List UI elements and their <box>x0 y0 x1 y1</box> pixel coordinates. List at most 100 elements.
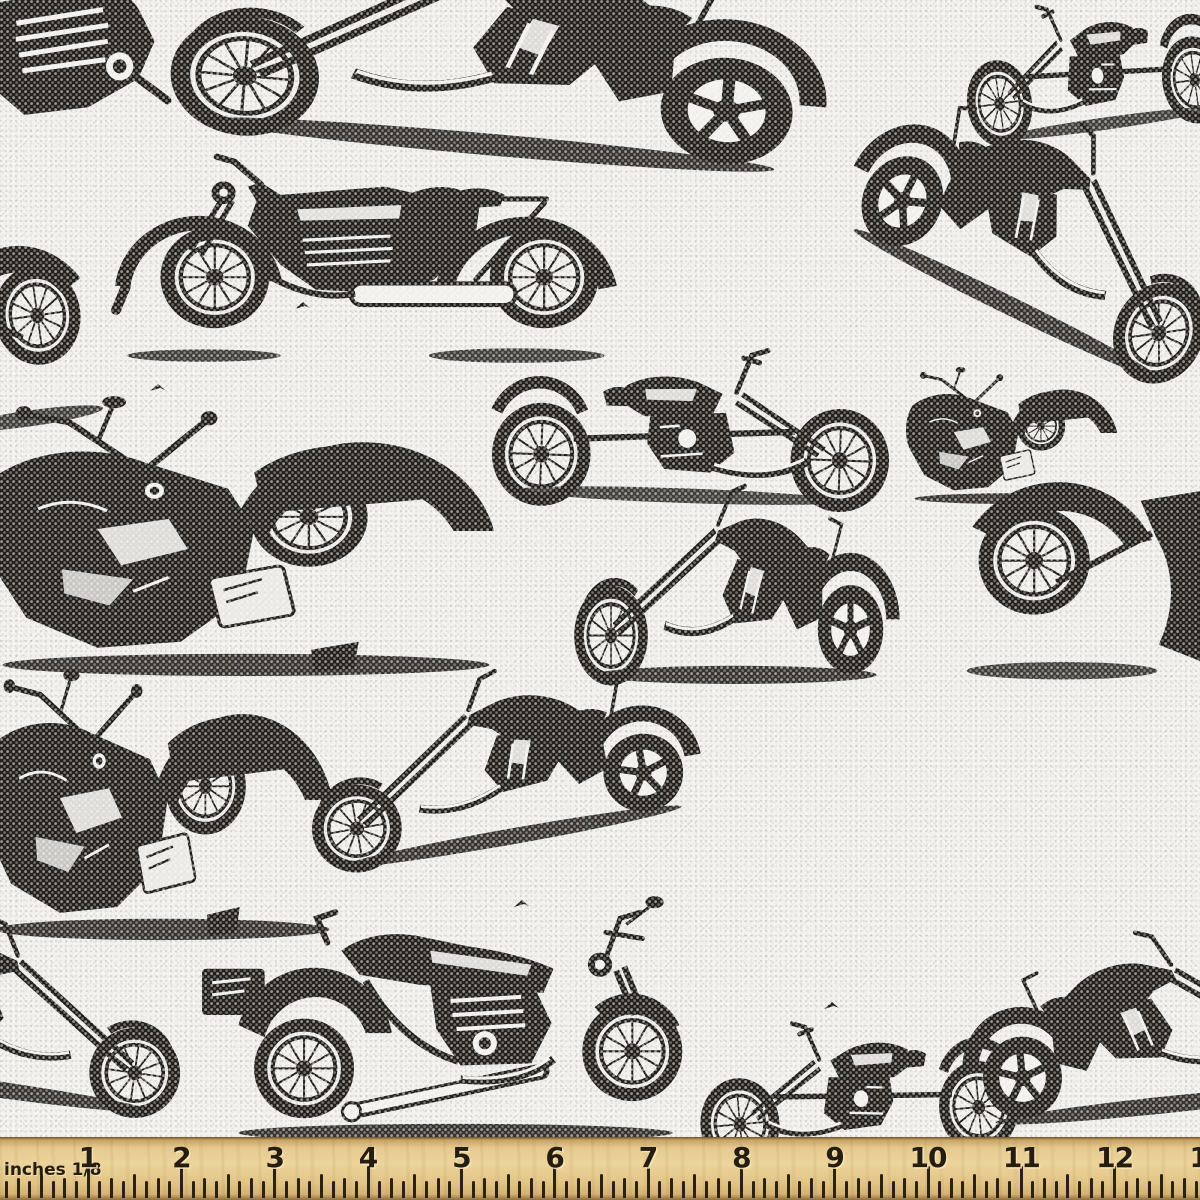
motorcycle-pattern-print <box>0 0 1200 1200</box>
ruler-tick <box>1066 1174 1069 1198</box>
ruler-tick <box>565 1181 568 1198</box>
ruler-tick <box>250 1178 253 1198</box>
motorcycle-cruiser-middle-left <box>0 396 494 676</box>
ruler-tick <box>390 1178 393 1198</box>
ruler-tick <box>157 1178 160 1198</box>
ruler-tick <box>961 1181 964 1198</box>
ruler-tick <box>28 1181 31 1198</box>
ruler-tick <box>355 1181 358 1198</box>
ruler-tick <box>215 1181 218 1198</box>
ruler-tick <box>133 1174 136 1198</box>
ruler-number-5: 5 <box>452 1141 470 1174</box>
motorcycle-cruiser-small-middle-right <box>906 367 1117 504</box>
ruler-number-2: 2 <box>172 1141 190 1174</box>
ruler-number-1: 1 <box>79 1141 97 1174</box>
ruler-tick <box>507 1174 510 1198</box>
ruler-tick <box>1195 1181 1198 1198</box>
ruler-tick <box>880 1174 883 1198</box>
ruler-tick <box>518 1181 521 1198</box>
ruler-tick <box>763 1178 766 1198</box>
ruler-number-3: 3 <box>265 1141 283 1174</box>
ruler-tick <box>588 1181 591 1198</box>
ruler-tick <box>857 1178 860 1198</box>
ruler-tick <box>495 1181 498 1198</box>
ruler-tick <box>203 1178 206 1198</box>
motorcycle-raked-chopper-right-edge <box>824 42 1200 395</box>
ruler-tick <box>1090 1178 1093 1198</box>
ruler-tick <box>623 1178 626 1198</box>
ruler-tick <box>262 1181 265 1198</box>
ruler-tick <box>950 1178 953 1198</box>
motorcycle-bobber-top-right <box>959 0 1200 149</box>
ruler-number-13: 13 <box>1190 1141 1200 1174</box>
ruler-tick <box>227 1174 230 1198</box>
ruler-number-11: 11 <box>1003 1141 1040 1174</box>
ruler-tick <box>483 1178 486 1198</box>
ruler-tick <box>40 1174 43 1198</box>
ruler-tick <box>1171 1181 1174 1198</box>
ruler-tick <box>402 1181 405 1198</box>
ruler-tick <box>1125 1181 1128 1198</box>
ruler-tick <box>1043 1178 1046 1198</box>
fabric-swatch <box>0 0 1200 1200</box>
ruler-tick <box>1160 1174 1163 1198</box>
ruler-tick <box>472 1181 475 1198</box>
ruler-tick <box>1008 1181 1011 1198</box>
motorcycle-classic-roadster-upper-left <box>116 157 608 363</box>
ruler-tick <box>973 1174 976 1198</box>
ruler-tick <box>98 1181 101 1198</box>
ruler-tick <box>822 1181 825 1198</box>
ruler-number-6: 6 <box>545 1141 563 1174</box>
ruler-tick <box>168 1181 171 1198</box>
ruler-tick <box>892 1181 895 1198</box>
ruler-tick <box>110 1178 113 1198</box>
ruler-tick <box>717 1178 720 1198</box>
ruler-tick <box>670 1178 673 1198</box>
ruler-tick <box>238 1181 241 1198</box>
ruler-tick <box>798 1181 801 1198</box>
ruler-tick <box>577 1178 580 1198</box>
ruler-tick <box>705 1181 708 1198</box>
ruler-number-9: 9 <box>825 1141 843 1174</box>
ruler-tick <box>775 1181 778 1198</box>
ruler-tick <box>17 1178 20 1198</box>
ruler-tick <box>1148 1181 1151 1198</box>
ruler-number-8: 8 <box>732 1141 750 1174</box>
ruler-tick <box>612 1181 615 1198</box>
ruler-tick <box>915 1181 918 1198</box>
ruler-tick <box>1055 1181 1058 1198</box>
ruler-tick <box>845 1181 848 1198</box>
motorcycle-wheel-left-edge <box>0 237 104 442</box>
ruler-tick <box>996 1178 999 1198</box>
ruler-tick <box>285 1181 288 1198</box>
ruler-tick <box>985 1181 988 1198</box>
ruler-tick <box>542 1181 545 1198</box>
ruler-number-12: 12 <box>1096 1141 1133 1174</box>
ruler-tick <box>728 1181 731 1198</box>
ruler-tick <box>413 1174 416 1198</box>
ruler-tick <box>437 1178 440 1198</box>
ruler-tick <box>693 1174 696 1198</box>
ruler-tick <box>682 1181 685 1198</box>
ruler: inches 1/8 12345678910111213 <box>0 1137 1200 1200</box>
motorcycle-wheel-right-middle <box>967 482 1200 679</box>
ruler-tick <box>1101 1181 1104 1198</box>
ruler-tick <box>635 1181 638 1198</box>
ruler-tick <box>1031 1181 1034 1198</box>
ruler-tick <box>787 1174 790 1198</box>
ruler-tick <box>600 1174 603 1198</box>
ruler-tick <box>297 1178 300 1198</box>
ruler-tick <box>903 1178 906 1198</box>
motorcycle-engine-detail-top-left <box>0 0 168 117</box>
ruler-tick <box>332 1181 335 1198</box>
motorcycle-chopper-middle-right <box>579 486 900 684</box>
ruler-tick <box>5 1181 8 1198</box>
motorcycle-bobber-middle-center <box>494 341 886 511</box>
ruler-number-4: 4 <box>359 1141 377 1174</box>
ruler-tick <box>658 1181 661 1198</box>
ruler-tick <box>1183 1178 1186 1198</box>
ruler-tick <box>378 1181 381 1198</box>
ruler-tick <box>122 1181 125 1198</box>
ruler-tick <box>448 1181 451 1198</box>
ruler-number-10: 10 <box>910 1141 947 1174</box>
